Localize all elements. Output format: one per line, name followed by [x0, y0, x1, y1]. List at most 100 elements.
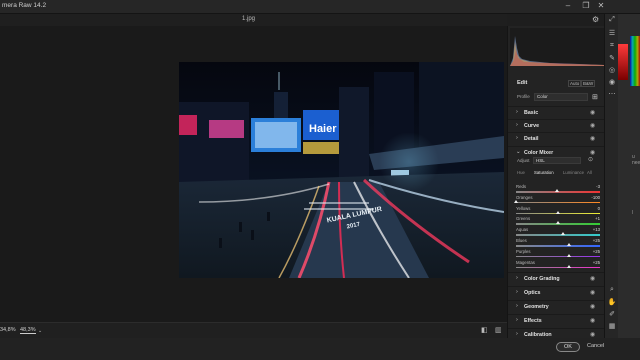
profile-browser-icon[interactable]: ⊞: [592, 93, 598, 101]
eye-icon[interactable]: ◉: [590, 289, 595, 296]
window-title: mera Raw 14.2: [2, 2, 47, 9]
slider-label: Aquas: [516, 227, 529, 233]
slider-label: Oranges: [516, 194, 533, 200]
eye-icon[interactable]: ◉: [590, 149, 595, 156]
healing-brush-icon[interactable]: ✎: [607, 54, 617, 62]
close-icon[interactable]: ✕: [594, 1, 608, 10]
chevron-right-icon: ›: [516, 135, 518, 141]
eye-icon[interactable]: ◉: [590, 122, 595, 129]
crop-icon[interactable]: ⌗: [607, 42, 617, 50]
auto-button[interactable]: Auto: [568, 80, 582, 87]
slider-thumb[interactable]: [566, 243, 571, 246]
tab-luminance[interactable]: Luminance: [563, 170, 584, 175]
slider-track[interactable]: [516, 245, 600, 247]
zoom-icon[interactable]: ⌕: [607, 286, 617, 294]
slider-thumb[interactable]: [556, 210, 560, 214]
slider-thumb[interactable]: [561, 232, 566, 236]
eye-icon[interactable]: ◉: [590, 135, 595, 142]
slider-value[interactable]: 0: [598, 206, 600, 211]
eye-icon[interactable]: ◉: [590, 109, 595, 116]
slider-thumb[interactable]: [556, 221, 561, 225]
slider-thumb[interactable]: [514, 199, 518, 203]
adjust-select[interactable]: HSL: [533, 157, 581, 164]
section-effects[interactable]: › Effects ◉: [508, 314, 605, 326]
chevron-right-icon: ›: [516, 303, 518, 309]
chevron-down-icon[interactable]: ⌄: [38, 328, 42, 334]
document-bar: 1.jpg: [0, 14, 507, 26]
ok-button[interactable]: OK: [556, 342, 580, 352]
masking-icon[interactable]: ◎: [607, 66, 617, 74]
slider-purples[interactable]: Purples +25: [516, 249, 600, 259]
restore-icon[interactable]: ❐: [579, 1, 593, 10]
bw-button[interactable]: B&W: [581, 80, 596, 87]
slider-value[interactable]: +25: [593, 249, 600, 254]
photo-preview: Haier KUALA LUMPUR 2017: [179, 62, 504, 278]
slider-label: Magentas: [516, 259, 535, 265]
edit-header: Edit Auto B&W: [508, 78, 605, 88]
section-curve[interactable]: › Curve ◉: [508, 119, 605, 131]
tab-all[interactable]: All: [587, 170, 592, 175]
zoom-level[interactable]: 48,3%: [20, 327, 36, 334]
tab-saturation[interactable]: Saturation: [534, 170, 554, 175]
slider-track[interactable]: [516, 255, 600, 258]
slider-value[interactable]: +25: [593, 260, 600, 265]
slider-greens[interactable]: Greens +1: [516, 216, 600, 226]
profile-row: Profile Color ⊞: [508, 92, 605, 102]
expand-icon[interactable]: ⤢: [607, 16, 617, 24]
eye-icon[interactable]: ◉: [590, 275, 595, 282]
hand-icon[interactable]: ✋: [607, 298, 617, 306]
slider-value[interactable]: +1: [595, 216, 600, 221]
slider-reds[interactable]: Reds -3: [516, 184, 600, 194]
cancel-button[interactable]: Cancel: [587, 343, 604, 349]
red-eye-icon[interactable]: ◉: [607, 78, 617, 86]
slider-yellows[interactable]: Yellows 0: [516, 206, 600, 216]
section-optics[interactable]: › Optics ◉: [508, 286, 605, 298]
slider-value[interactable]: +25: [593, 238, 600, 243]
slider-value[interactable]: +13: [593, 227, 600, 232]
eye-icon[interactable]: ◉: [590, 303, 595, 310]
chevron-down-icon: ⌄: [516, 149, 521, 155]
slider-thumb[interactable]: [566, 264, 571, 268]
grid-overlay-icon[interactable]: ▦: [607, 322, 617, 330]
billboard-text: Haier: [309, 123, 337, 135]
slider-oranges[interactable]: Oranges -100: [514, 194, 600, 205]
section-calibration[interactable]: › Calibration ◉: [508, 328, 605, 338]
slider-track[interactable]: [516, 201, 600, 204]
edit-sliders-icon[interactable]: ☰: [607, 29, 617, 37]
edit-panel: Edit Auto B&W Profile Color ⊞ › Basic ◉ …: [507, 26, 605, 338]
section-color-grading[interactable]: › Color Grading ◉: [508, 272, 605, 284]
more-icon[interactable]: ⋯: [607, 90, 617, 98]
slider-aquas[interactable]: Aquas +13: [516, 227, 600, 237]
slider-track[interactable]: [516, 234, 600, 236]
tab-hue[interactable]: Hue: [517, 170, 525, 175]
slider-thumb[interactable]: [566, 253, 571, 257]
slider-thumb[interactable]: [555, 189, 560, 192]
image-canvas[interactable]: Haier KUALA LUMPUR 2017: [0, 26, 507, 322]
slider-label: Greens: [516, 216, 531, 222]
eye-icon[interactable]: ◉: [590, 317, 595, 324]
section-basic[interactable]: › Basic ◉: [508, 106, 605, 118]
slider-blues[interactable]: Blues +25: [516, 238, 600, 248]
slider-magentas[interactable]: Magentas +25: [516, 260, 600, 270]
background-text: l: [632, 210, 634, 216]
slider-track[interactable]: [516, 266, 600, 269]
chevron-right-icon: ›: [516, 331, 518, 337]
edit-title: Edit: [517, 80, 528, 86]
background-app: u need l: [618, 14, 640, 338]
minimize-icon[interactable]: –: [561, 1, 575, 10]
slider-value[interactable]: -100: [591, 195, 600, 200]
before-after-icon[interactable]: ▥: [495, 326, 502, 334]
slider-value[interactable]: -3: [596, 184, 600, 189]
targeted-adjustment-icon[interactable]: ⊙: [588, 156, 593, 163]
profile-select[interactable]: Color: [534, 93, 588, 101]
color-swatch: [618, 44, 628, 80]
compare-view-icon[interactable]: ◧: [481, 326, 488, 334]
zoom-field[interactable]: 34,8%: [0, 327, 16, 333]
chevron-right-icon: ›: [516, 109, 518, 115]
gear-icon[interactable]: ⚙: [592, 15, 599, 24]
eye-icon[interactable]: ◉: [590, 331, 595, 338]
section-geometry[interactable]: › Geometry ◉: [508, 300, 605, 312]
section-detail[interactable]: › Detail ◉: [508, 132, 605, 144]
city-night-photo: Haier KUALA LUMPUR 2017: [179, 62, 504, 278]
sampler-icon[interactable]: ✐: [607, 310, 617, 318]
